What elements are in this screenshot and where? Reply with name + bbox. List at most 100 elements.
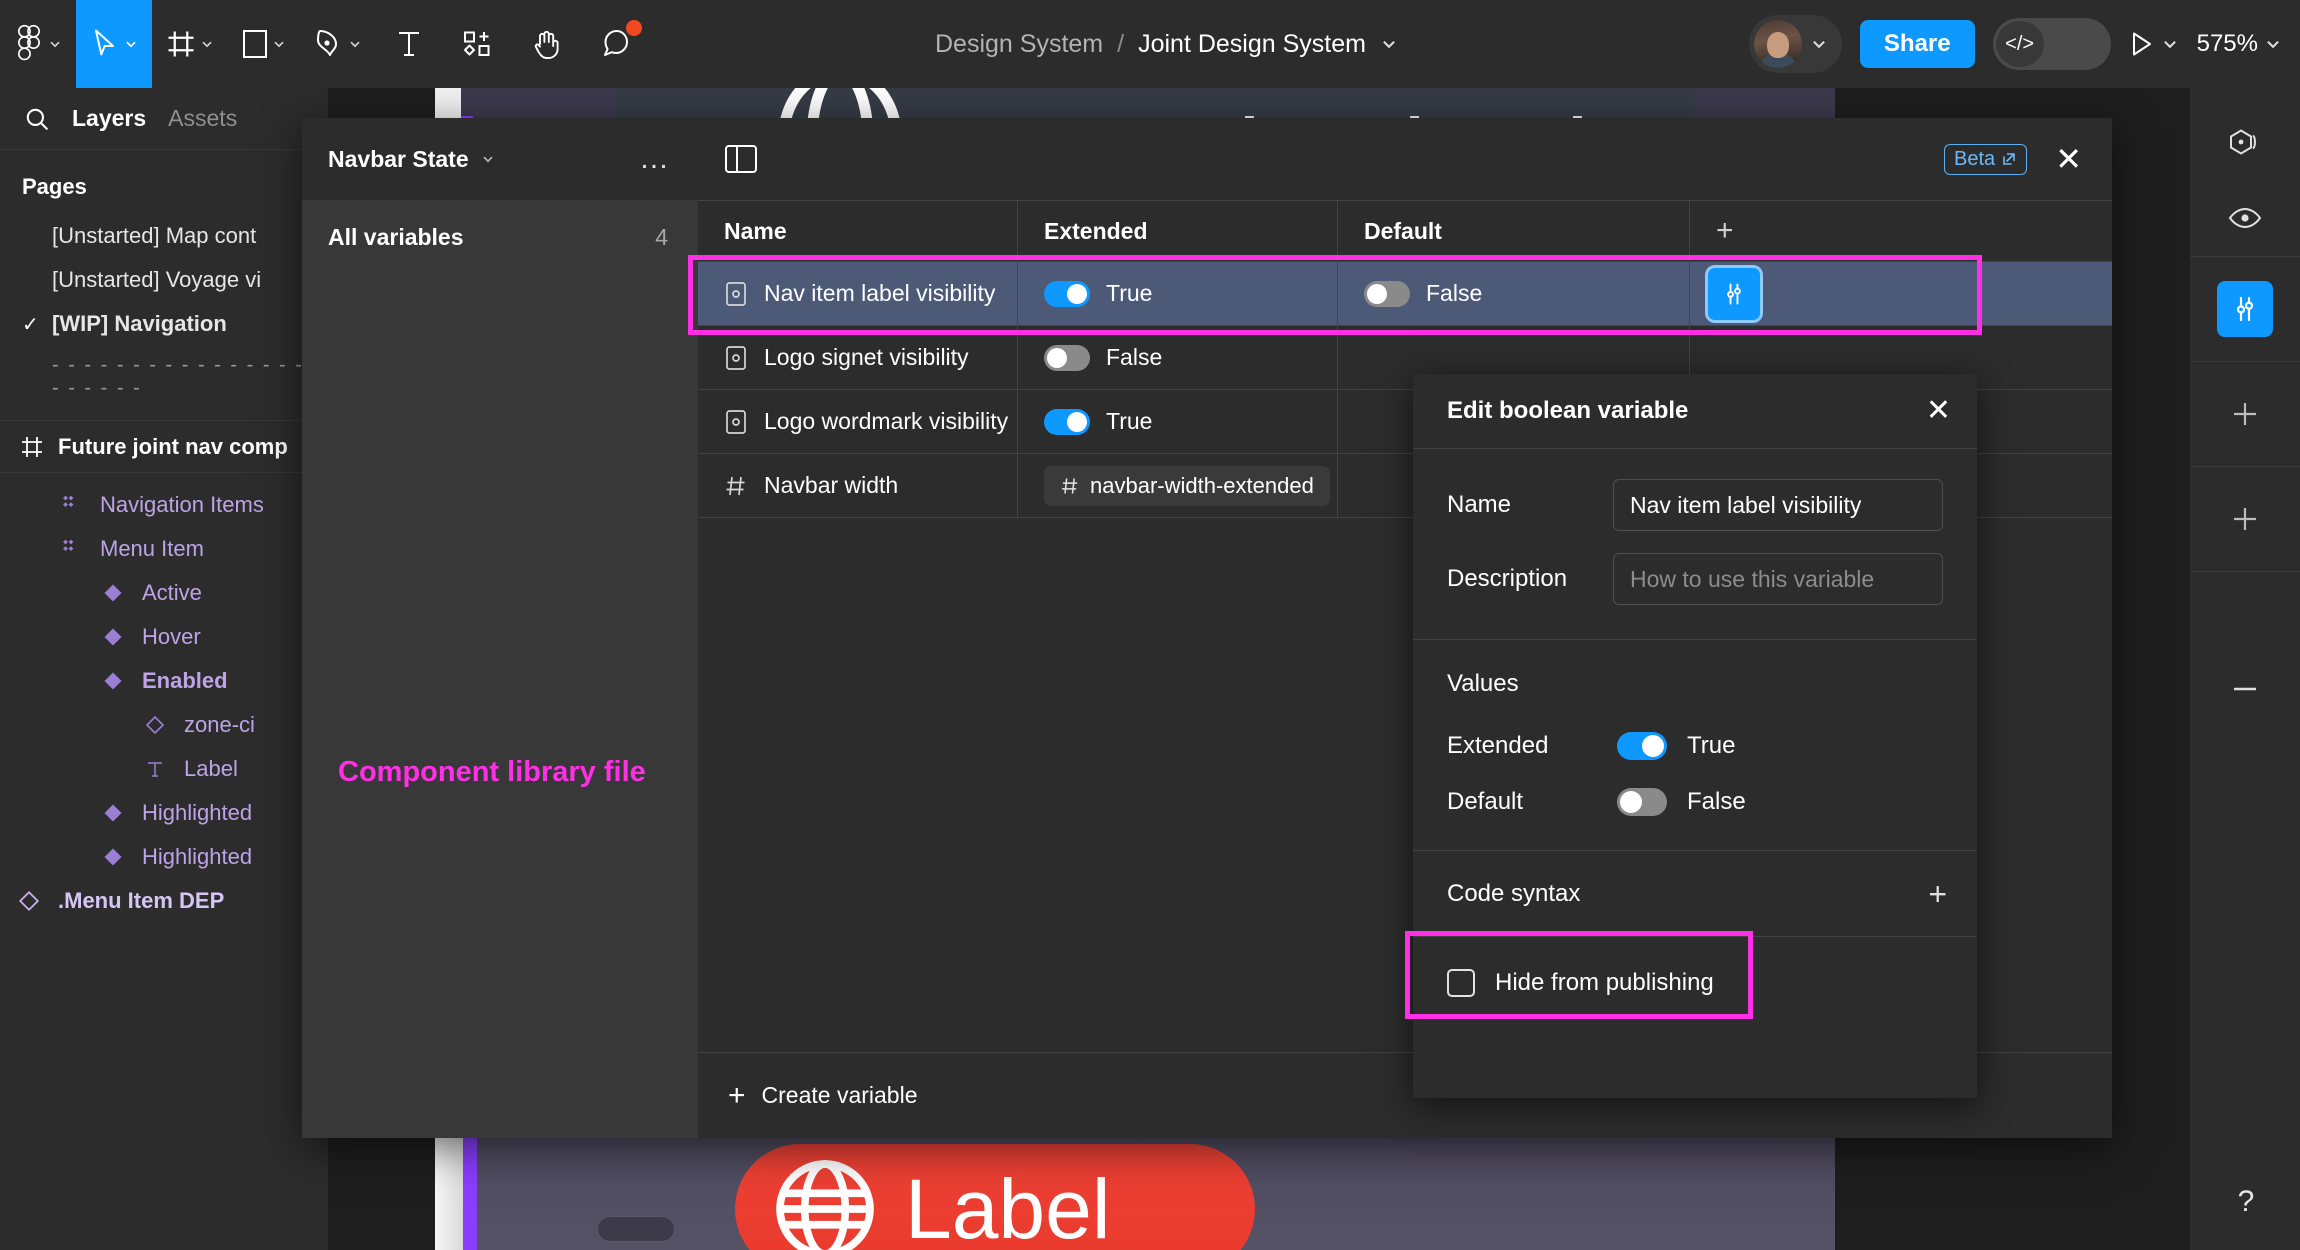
plus-icon-2[interactable] (2190, 467, 2300, 571)
page-item-wip-navigation[interactable]: ✓ [WIP] Navigation (0, 302, 328, 346)
top-toolbar: Design System / Joint Design System Shar… (0, 0, 2300, 88)
add-code-syntax-button[interactable]: + (1928, 878, 1947, 910)
sidebar-item-variables[interactable] (2190, 271, 2300, 347)
default-toggle[interactable] (1364, 280, 1410, 307)
layer-instance-menu-item-dep[interactable]: .Menu Item DEP (0, 879, 328, 923)
pen-tool-button[interactable] (300, 0, 376, 88)
layer-instance-zone-ci[interactable]: zone-ci (0, 703, 328, 747)
variable-name: Logo signet visibility (764, 344, 969, 370)
move-tool-button[interactable] (76, 0, 152, 88)
right-rail-group-4 (2190, 467, 2300, 572)
plus-icon-1[interactable] (2190, 362, 2300, 466)
layer-label: .Menu Item DEP (58, 888, 225, 913)
comment-tool-button[interactable] (582, 0, 652, 88)
instance-icon (142, 715, 168, 735)
add-mode-button[interactable]: + (1690, 201, 2112, 261)
table-row[interactable]: Nav item label visibility True False (698, 262, 2112, 326)
layer-variant-active[interactable]: Active (0, 571, 328, 615)
search-icon[interactable] (24, 106, 50, 132)
canvas-menu-item-highlighted: Label (735, 1144, 1255, 1250)
extended-value: True (1106, 280, 1153, 306)
variables-collections-pane: Navbar State … All variables 4 Component… (302, 118, 698, 1138)
breadcrumb-current[interactable]: Joint Design System (1138, 30, 1366, 59)
pen-tool-icon (317, 30, 337, 56)
beta-badge[interactable]: Beta (1944, 143, 2028, 175)
variable-name-input[interactable] (1613, 479, 1943, 531)
name-field-row: Name (1447, 479, 1943, 531)
default-value-toggle[interactable] (1617, 788, 1667, 816)
shape-tool-button[interactable] (228, 0, 300, 88)
layer-menu-item[interactable]: Menu Item (0, 527, 328, 571)
present-button[interactable] (2129, 30, 2179, 58)
layer-frame-future-joint-nav[interactable]: Future joint nav comp (0, 421, 328, 473)
help-button[interactable]: ? (2216, 1172, 2276, 1232)
layer-variant-highlighted-2[interactable]: Highlighted (0, 835, 328, 879)
layer-label: Enabled (142, 668, 228, 693)
extended-toggle[interactable] (1044, 344, 1090, 371)
play-icon (2132, 32, 2151, 56)
beta-label: Beta (1954, 147, 1996, 170)
close-modal-button[interactable]: ✕ (2049, 143, 2088, 175)
default-mode-label: Default (1447, 788, 1524, 815)
figma-menu-button[interactable] (0, 0, 76, 88)
code-syntax-label: Code syntax (1447, 879, 1581, 907)
eye-icon[interactable] (2190, 180, 2300, 256)
pages-title: Pages (22, 174, 87, 199)
page-item-voyage-view[interactable]: [Unstarted] Voyage vi (0, 258, 328, 302)
layer-variant-enabled[interactable]: Enabled (0, 659, 328, 703)
variable-name-cell[interactable]: Logo wordmark visibility (698, 390, 1018, 453)
layer-label: Navigation Items (100, 492, 264, 517)
default-value: False (1426, 280, 1483, 306)
page-item-map-content[interactable]: [Unstarted] Map cont (0, 214, 328, 258)
minus-icon[interactable] (2190, 572, 2300, 722)
page-label: [WIP] Navigation (52, 311, 227, 336)
variable-description-input[interactable] (1613, 553, 1943, 605)
extended-value-toggle[interactable] (1617, 732, 1667, 760)
variable-extended-cell[interactable]: True (1018, 390, 1338, 453)
canvas-nav-label: Label (905, 1162, 1111, 1250)
values-title: Values (1447, 670, 1519, 697)
edit-variable-button[interactable] (1705, 264, 1763, 323)
close-popover-button[interactable]: ✕ (1926, 396, 1951, 426)
all-variables-item[interactable]: All variables 4 (302, 200, 698, 274)
modal-header-actions: Beta ✕ (1944, 143, 2088, 175)
toggle-sidebar-icon[interactable] (724, 144, 758, 174)
actions-tool-button[interactable] (442, 0, 512, 88)
check-icon: ✓ (22, 313, 39, 336)
tab-layers[interactable]: Layers (72, 105, 146, 132)
hide-from-publishing-checkbox[interactable] (1447, 968, 1475, 997)
layer-label: zone-ci (184, 712, 255, 737)
layer-variant-hover[interactable]: Hover (0, 615, 328, 659)
variable-extended-cell[interactable]: True (1018, 262, 1338, 325)
hand-tool-button[interactable] (512, 0, 582, 88)
tab-assets[interactable]: Assets (168, 105, 237, 132)
collection-selector[interactable]: Navbar State (328, 146, 495, 173)
extended-toggle[interactable] (1044, 408, 1090, 435)
layer-text-label[interactable]: Label (0, 747, 328, 791)
value-row-default: Default False (1447, 788, 1943, 816)
breadcrumb-parent[interactable]: Design System (935, 30, 1103, 59)
frame-tool-button[interactable] (152, 0, 228, 88)
layer-variant-highlighted-1[interactable]: Highlighted (0, 791, 328, 835)
user-avatar-menu[interactable] (1748, 15, 1842, 73)
chevron-down-icon[interactable] (1380, 35, 1398, 53)
library-icon[interactable] (2190, 104, 2300, 180)
left-sidebar: Layers Assets Pages [Unstarted] Map cont… (0, 88, 328, 1250)
dev-mode-toggle[interactable]: </> (1992, 18, 2111, 70)
layer-navigation-items[interactable]: Navigation Items (0, 483, 328, 527)
extended-value: True (1106, 408, 1153, 434)
variable-name-cell[interactable]: Navbar width (698, 454, 1018, 517)
variable-name-cell[interactable]: Nav item label visibility (698, 262, 1018, 325)
share-button[interactable]: Share (1859, 20, 1975, 68)
extended-toggle[interactable] (1044, 280, 1090, 307)
text-tool-button[interactable] (376, 0, 442, 88)
variable-extended-cell[interactable]: navbar-width-extended (1018, 454, 1338, 517)
zoom-control[interactable]: 575% (2197, 30, 2282, 58)
variable-extended-cell[interactable]: False (1018, 326, 1338, 389)
component-set-icon (58, 494, 84, 516)
chevron-down-icon (274, 41, 284, 48)
variable-name-cell[interactable]: Logo signet visibility (698, 326, 1018, 389)
variable-alias-chip[interactable]: navbar-width-extended (1044, 465, 1330, 506)
variable-default-cell[interactable]: False (1338, 262, 1690, 325)
collection-menu-button[interactable]: … (639, 144, 672, 174)
